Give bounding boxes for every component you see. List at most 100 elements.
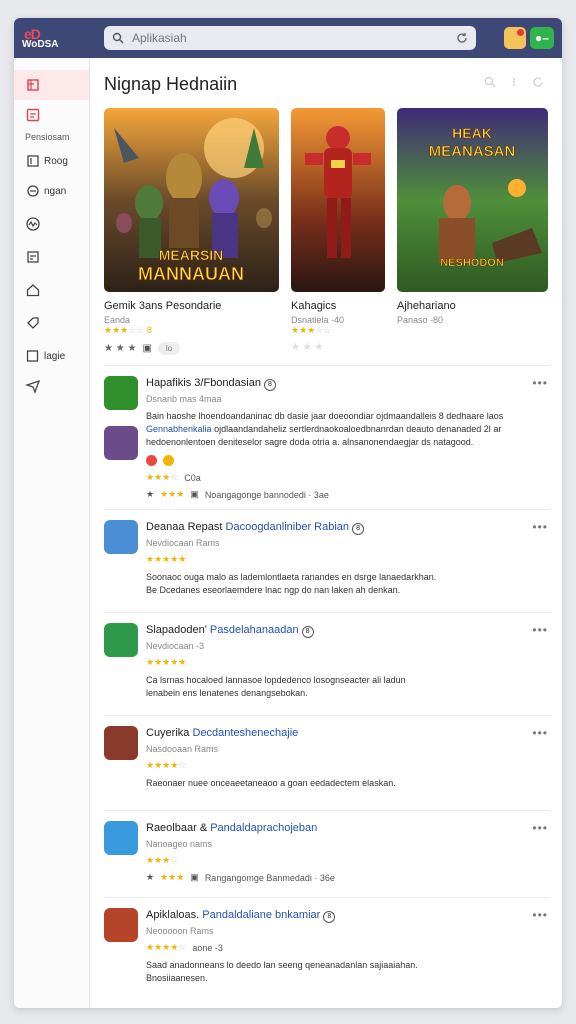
app-icon[interactable] (104, 520, 138, 554)
list-item[interactable]: Raeolbaar & Pandaldaprachojeban Nanoageo… (104, 811, 550, 898)
featured-card[interactable]: Kahagics Dsnatiela -40 ★★★☆☆ ★ ★ ★ (291, 108, 385, 355)
sidebar-item-books[interactable]: Roog (14, 146, 89, 176)
desc-text: ojdlaandandaheliz sertlerdnaokoaloedbnan… (214, 424, 491, 434)
search-bar[interactable] (104, 26, 476, 50)
more-options-icon[interactable]: ••• (532, 520, 548, 534)
sidebar-item-library[interactable] (14, 242, 89, 272)
list-item[interactable]: Hapafikis 3/Fbondasian 8 Dsnanb mas 4maa … (104, 366, 550, 510)
sidebar-item-store[interactable] (14, 70, 89, 100)
sidebar-item-label: Roog (44, 155, 68, 167)
desc-text: lenabein ens lenatenes denangsebokan. (146, 688, 308, 698)
desc-text: Be Dcedanes eseorlaemdere lnac ngp do na… (146, 585, 401, 595)
game-cover-image[interactable]: MEARSIN MANNAUAN (104, 108, 279, 292)
entry-rating: ★★★★☆ aone -3 (146, 942, 522, 953)
more-vertical-icon[interactable] (508, 76, 520, 88)
more-options-icon[interactable]: ••• (532, 821, 548, 835)
sidebar-item-kids[interactable]: lagie (14, 341, 89, 371)
desc-text: Raeonaer nuee onceaeetaneaoo a goan eeda… (146, 778, 396, 788)
entry-title[interactable]: Cuyerika Decdanteshenechajie (146, 726, 522, 740)
library-icon (27, 251, 39, 263)
featured-card[interactable]: MEARSIN MANNAUAN Gemik 3ans Pesondarie E… (104, 108, 279, 355)
list-item[interactable]: Apiklaloas. Pandaldaliane bnkamiar 8 Neoo… (104, 898, 550, 990)
account-toggle-icon[interactable]: ●– (530, 27, 554, 49)
gift-icon[interactable]: ▣ (142, 343, 151, 354)
sidebar-item-send[interactable] (14, 371, 89, 401)
notifications-icon[interactable] (504, 27, 526, 49)
star-rating: ★★★☆☆ (291, 325, 332, 335)
entry-title-text: Cuyerika (146, 727, 190, 739)
desc-link[interactable]: Gennabhenkalia (146, 424, 212, 434)
more-options-icon[interactable]: ••• (532, 726, 548, 740)
entry-title-text: Hapafikis 3/Fbondasian (146, 377, 261, 389)
svg-text:MEARSIN: MEARSIN (159, 247, 224, 263)
game-title[interactable]: Gemik 3ans Pesondarie (104, 300, 279, 312)
featured-games: MEARSIN MANNAUAN Gemik 3ans Pesondarie E… (104, 108, 550, 355)
app-icon[interactable] (104, 623, 138, 657)
pin-icon: ★ (146, 489, 155, 499)
more-options-icon[interactable]: ••• (532, 908, 548, 922)
game-cover-image[interactable] (291, 108, 385, 292)
entry-title[interactable]: Hapafikis 3/Fbondasian 8 (146, 376, 522, 391)
search-icon[interactable] (484, 76, 496, 88)
list-item[interactable]: Slapadoden' Pasdelahanaadan 8 Nevdiocaan … (104, 613, 550, 716)
rating-text: C0a (184, 472, 201, 483)
app-icon[interactable] (104, 821, 138, 855)
footer-text: Rangangomge Banmedadi · 36e (204, 872, 335, 883)
home-icon (26, 284, 40, 297)
app-icon[interactable] (104, 426, 138, 460)
info-icon[interactable]: 8 (352, 523, 365, 535)
entry-rating: ★★★★★ (146, 657, 522, 668)
entry-subtitle: Dacoogdanliniber Rabian (225, 521, 350, 533)
sidebar-item-label: ngan (44, 185, 67, 197)
svg-text:MANNAUAN: MANNAUAN (138, 264, 244, 284)
featured-card[interactable]: HEAK MEANASAN NESHODON Ajhehariano Panas… (397, 108, 548, 355)
entry-description: Ca lsrnas hocaloed lannasoe lopdedenco l… (146, 674, 522, 700)
info-icon[interactable]: 8 (323, 911, 336, 923)
entry-meta: Dsnanb mas 4maa (146, 394, 222, 404)
sidebar-item-apps[interactable]: ngan (14, 176, 89, 206)
book-icon: ▣ (190, 872, 199, 882)
entry-description: Soonaoc ouga malo as lademlontlaeta rana… (146, 571, 522, 597)
sidebar-item-tag[interactable] (14, 308, 89, 338)
app-icon[interactable] (104, 908, 138, 942)
desc-text: Soonaoc ouga malo as lademlontlaeta rana… (146, 572, 437, 582)
entry-title[interactable]: Raeolbaar & Pandaldaprachojeban (146, 821, 522, 835)
svg-text:HEAK: HEAK (452, 125, 492, 141)
send-icon (25, 379, 41, 394)
more-options-icon[interactable]: ••• (532, 623, 548, 637)
entry-meta: Nevdiocaan Rams (146, 538, 220, 548)
entry-title[interactable]: Deanaa Repast Dacoogdanliniber Rabian 8 (146, 520, 522, 535)
star-rating: ★★★★★ (146, 657, 187, 667)
apps-icon (27, 185, 39, 197)
more-options-icon[interactable]: ••• (532, 376, 548, 390)
entry-title[interactable]: Apiklaloas. Pandaldaliane bnkamiar 8 (146, 908, 522, 923)
badge-icon (146, 455, 157, 466)
game-title[interactable]: Ajhehariano (397, 300, 548, 312)
list-item[interactable]: Cuyerika Decdanteshenechajie Nasdooaan R… (104, 716, 550, 811)
app-icon[interactable] (104, 726, 138, 760)
info-icon[interactable]: 8 (263, 379, 276, 391)
app-logo[interactable]: eD WoDSA (22, 26, 62, 50)
game-cover-image[interactable]: HEAK MEANASAN NESHODON (397, 108, 548, 292)
sidebar-item-activity[interactable] (14, 209, 89, 239)
games-icon (26, 108, 40, 122)
game-meta: Dsnatiela -40 (291, 315, 345, 325)
list-item[interactable]: Deanaa Repast Dacoogdanliniber Rabian 8 N… (104, 510, 550, 613)
info-icon[interactable]: 8 (301, 626, 314, 638)
game-title[interactable]: Kahagics (291, 300, 385, 312)
price-pill[interactable]: lo (157, 342, 181, 355)
entry-meta: Nanoageo nams (146, 839, 213, 849)
search-input[interactable] (132, 31, 456, 45)
star-rating: ★★★☆ (146, 472, 179, 482)
refresh-icon[interactable] (532, 76, 544, 88)
desc-text: Saad anadonneans lo deedo lan seeng qene… (146, 960, 418, 970)
entry-badges (146, 455, 522, 466)
desc-text: Ca lsrnas hocaloed lannasoe lopdedenco l… (146, 675, 406, 685)
entry-rating: ★★★☆ (146, 855, 522, 866)
app-icon[interactable] (104, 376, 138, 410)
refresh-icon[interactable] (456, 32, 468, 44)
entry-title[interactable]: Slapadoden' Pasdelahanaadan 8 (146, 623, 522, 638)
sidebar-item-home[interactable] (14, 275, 89, 305)
sidebar-item-games[interactable] (14, 100, 89, 130)
kids-icon (26, 350, 39, 362)
